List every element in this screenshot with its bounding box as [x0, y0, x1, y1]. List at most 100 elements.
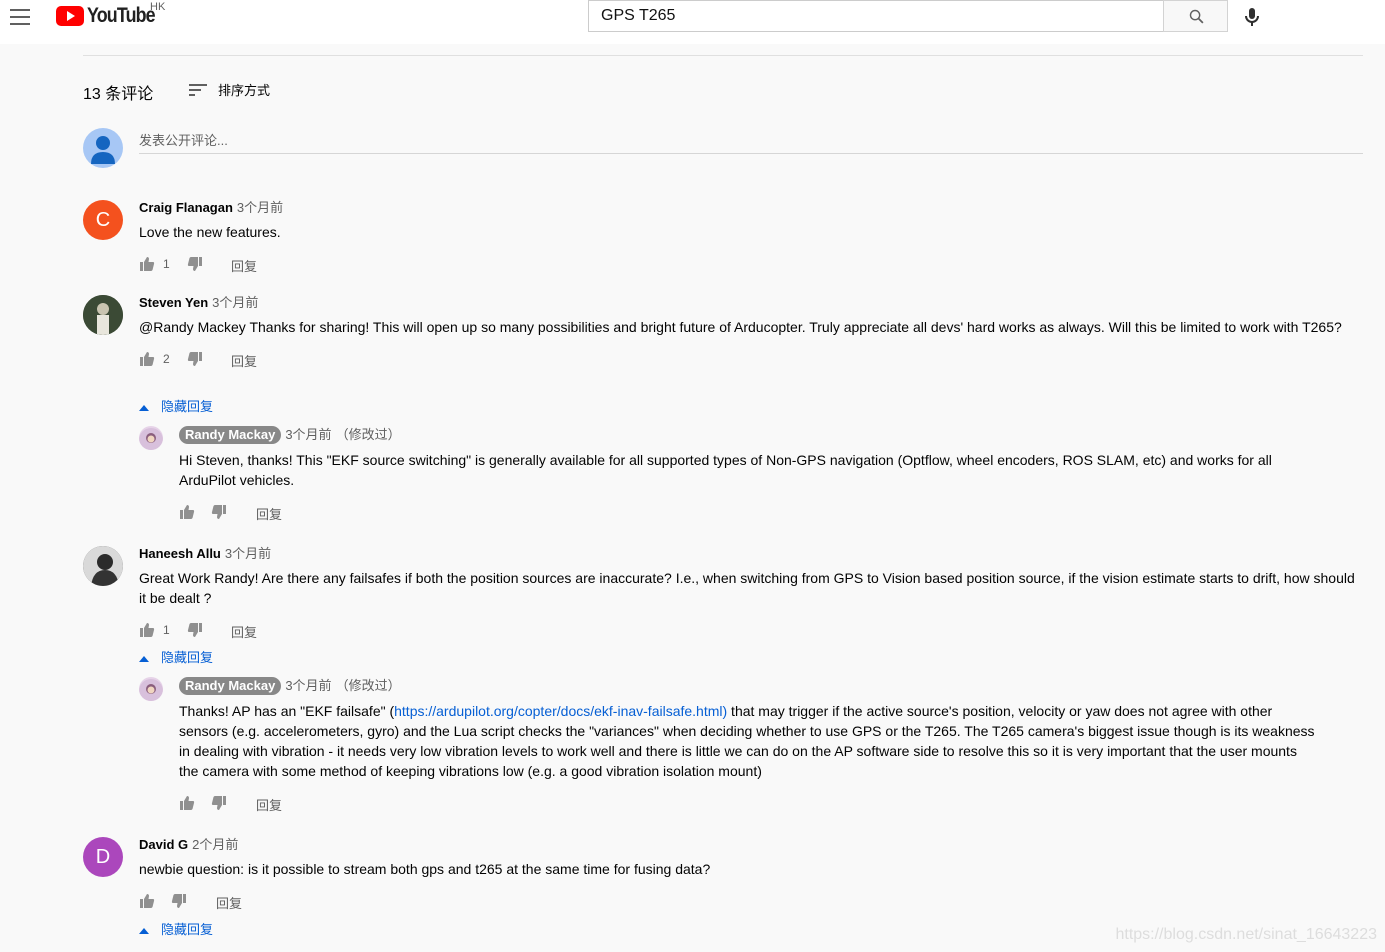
avatar[interactable] — [83, 295, 123, 335]
reply-button[interactable]: 回复 — [256, 504, 282, 523]
timestamp[interactable]: 3个月前 — [225, 546, 271, 561]
thumbs-up-icon[interactable] — [139, 256, 155, 272]
comment-body: David G 2个月前 newbie question: is it possi… — [139, 837, 1363, 937]
timestamp[interactable]: 3个月前 — [285, 678, 331, 693]
chevron-up-icon — [139, 927, 149, 934]
comment-text: Thanks! AP has an "EKF failsafe" (https:… — [179, 701, 1319, 781]
author-name[interactable]: David G — [139, 837, 188, 852]
sort-label: 排序方式 — [218, 83, 271, 98]
comment-meta: Haneesh Allu 3个月前 — [139, 546, 1363, 562]
hide-replies-button[interactable]: 隐藏回复 — [139, 396, 213, 415]
comment-body: Haneesh Allu 3个月前 Great Work Randy! Are t… — [139, 546, 1363, 665]
reply-button[interactable]: 回复 — [216, 893, 242, 912]
like-count: 2 — [163, 352, 170, 366]
edited-label: （修改过） — [335, 427, 401, 442]
like-count: 1 — [163, 623, 170, 637]
author-badge[interactable]: Randy Mackay — [179, 677, 282, 695]
author-badge[interactable]: Randy Mackay — [179, 426, 282, 444]
timestamp[interactable]: 3个月前 — [237, 200, 283, 215]
reply-body: Randy Mackay 3个月前 （修改过） Thanks! AP has an … — [179, 677, 1319, 813]
chevron-up-icon — [139, 404, 149, 411]
hamburger-menu-icon[interactable] — [10, 9, 30, 25]
add-comment-box: 发表公开评论... — [83, 128, 1363, 168]
reply-button[interactable]: 回复 — [231, 256, 257, 275]
author-name[interactable]: Craig Flanagan — [139, 200, 233, 215]
hide-replies-label: 隐藏回复 — [161, 399, 214, 414]
sort-icon — [189, 83, 207, 96]
thumbs-down-icon[interactable] — [187, 351, 203, 367]
sort-button[interactable]: 排序方式 — [188, 80, 288, 99]
comment-text: Love the new features. — [139, 224, 281, 240]
top-bar: YouTube HK GPS T265 — [0, 0, 1385, 44]
avatar[interactable] — [139, 677, 163, 701]
avatar[interactable] — [139, 426, 163, 450]
logo-text: YouTube — [87, 4, 156, 27]
thumbs-down-icon[interactable] — [187, 622, 203, 638]
hide-replies-label: 隐藏回复 — [161, 922, 214, 937]
comment-actions: 回复 — [179, 793, 1319, 813]
chevron-up-icon — [139, 655, 149, 662]
user-photo-icon — [83, 546, 123, 586]
thumbs-up-icon[interactable] — [179, 504, 195, 520]
author-name[interactable]: Haneesh Allu — [139, 546, 221, 561]
avatar[interactable]: D — [83, 837, 123, 877]
search-input[interactable]: GPS T265 — [588, 0, 1164, 32]
hide-replies-label: 隐藏回复 — [161, 650, 214, 665]
region-label: HK — [150, 1, 166, 13]
comment-actions: 1 回复 — [139, 620, 1363, 640]
avatar[interactable] — [83, 546, 123, 586]
reply-button[interactable]: 回复 — [231, 351, 257, 370]
comment-meta: David G 2个月前 — [139, 837, 1363, 853]
timestamp[interactable]: 3个月前 — [212, 295, 258, 310]
play-icon — [56, 6, 84, 26]
reply-button[interactable]: 回复 — [256, 795, 282, 814]
comment-body: Steven Yen 3个月前 @Randy Mackey Thanks for … — [139, 295, 1363, 414]
watermark: https://blog.csdn.net/sinat_16643223 — [1115, 926, 1377, 943]
user-photo-icon — [139, 679, 163, 701]
reply-body: Randy Mackay 3个月前 （修改过） Hi Steven, thanks!… — [179, 426, 1319, 522]
thumbs-up-icon[interactable] — [139, 622, 155, 638]
comment-actions: 回复 — [139, 891, 1363, 911]
like-count: 1 — [163, 257, 170, 271]
comment-text: @Randy Mackey Thanks for sharing! This w… — [139, 319, 1342, 335]
user-icon — [91, 136, 115, 164]
comments-header: 13 条评论 排序方式 — [83, 80, 270, 104]
external-link[interactable]: https://ardupilot.org/copter/docs/ekf-in… — [394, 703, 727, 719]
search-button[interactable] — [1163, 0, 1228, 32]
author-name[interactable]: Steven Yen — [139, 295, 208, 310]
comment-meta: Steven Yen 3个月前 — [139, 295, 1363, 311]
comment-meta: Randy Mackay 3个月前 （修改过） — [179, 677, 1319, 695]
thumbs-up-icon[interactable] — [179, 795, 195, 811]
search-icon — [1189, 9, 1204, 24]
thumbs-down-icon[interactable] — [211, 795, 227, 811]
hide-replies-button[interactable]: 隐藏回复 — [139, 647, 213, 666]
timestamp[interactable]: 3个月前 — [285, 427, 331, 442]
divider — [83, 55, 1363, 56]
thumbs-down-icon[interactable] — [171, 893, 187, 909]
comments-count: 13 条评论 — [83, 86, 154, 103]
comment-body: Craig Flanagan 3个月前 Love the new features… — [139, 200, 1363, 274]
microphone-icon — [1245, 8, 1259, 26]
thumbs-up-icon[interactable] — [139, 893, 155, 909]
comment-text: newbie question: is it possible to strea… — [139, 861, 711, 877]
user-photo-icon — [83, 295, 123, 335]
comment-text: Great Work Randy! Are there any failsafe… — [139, 570, 1355, 606]
comment-meta: Craig Flanagan 3个月前 — [139, 200, 1363, 216]
comment-text: Hi Steven, thanks! This "EKF source swit… — [179, 452, 1272, 488]
thumbs-up-icon[interactable] — [139, 351, 155, 367]
thumbs-down-icon[interactable] — [211, 504, 227, 520]
text-segment: Thanks! AP has an "EKF failsafe" ( — [179, 703, 395, 719]
comment-actions: 回复 — [179, 502, 1319, 522]
comment-actions: 2 回复 — [139, 349, 1363, 369]
avatar[interactable]: C — [83, 200, 123, 240]
comment-input[interactable]: 发表公开评论... — [139, 128, 1363, 154]
thumbs-down-icon[interactable] — [187, 256, 203, 272]
avatar — [83, 128, 123, 168]
user-photo-icon — [139, 428, 163, 450]
voice-search-button[interactable] — [1240, 5, 1264, 29]
comment-meta: Randy Mackay 3个月前 （修改过） — [179, 426, 1319, 444]
edited-label: （修改过） — [335, 678, 401, 693]
hide-replies-button[interactable]: 隐藏回复 — [139, 919, 213, 938]
reply-button[interactable]: 回复 — [231, 622, 257, 641]
timestamp[interactable]: 2个月前 — [192, 837, 238, 852]
